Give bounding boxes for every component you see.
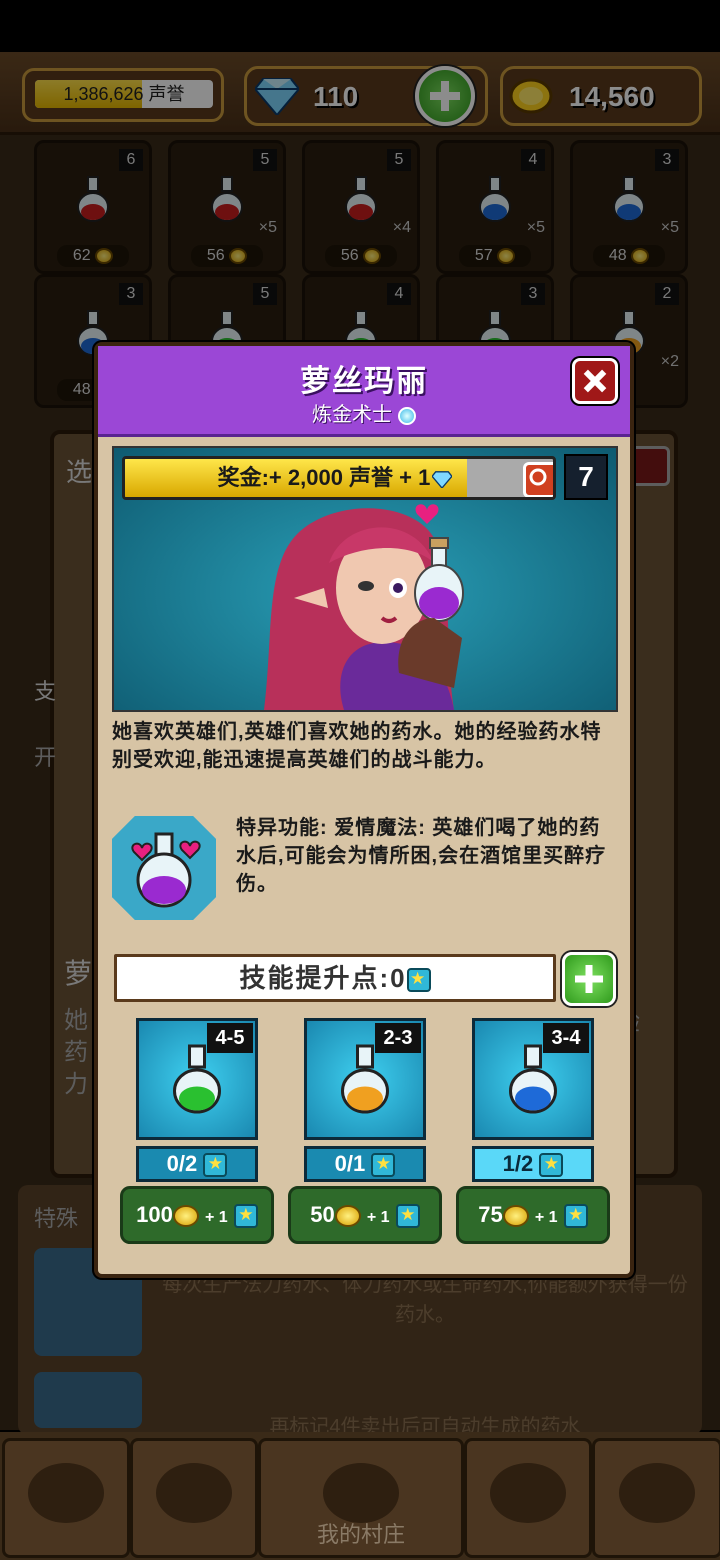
upgrade-range: 4-5 bbox=[207, 1023, 253, 1053]
coin-icon bbox=[334, 1205, 361, 1228]
upgrade-count: 0/1 bbox=[304, 1146, 426, 1182]
hero-description: 她喜欢英雄们,英雄们喜欢她的药水。她的经验药水特别受欢迎,能迅速提高英雄们的战斗… bbox=[112, 721, 602, 771]
upgrade-potion-icon[interactable]: 3-4 bbox=[472, 1018, 594, 1140]
special-ability-text: 特异功能: 爱情魔法: 英雄们喝了她的药水后,可能会为情所困,会在酒馆里买醉疗伤… bbox=[236, 817, 607, 895]
diamond-icon bbox=[431, 471, 454, 490]
hero-portrait: 奖金:+ 2,000 声誉 + 1 7 bbox=[112, 446, 618, 712]
add-skill-points-button[interactable] bbox=[562, 952, 616, 1006]
element-orb-icon bbox=[398, 406, 416, 425]
upgrade-potion-icon[interactable]: 2-3 bbox=[304, 1018, 426, 1140]
star-icon bbox=[395, 1203, 420, 1229]
reset-bonus-button[interactable] bbox=[523, 462, 553, 497]
upgrade-cost-button[interactable]: 100 + 1 bbox=[120, 1186, 274, 1244]
star-icon bbox=[233, 1203, 258, 1229]
upgrade-range: 2-3 bbox=[375, 1023, 421, 1053]
skill-points-bar: 技能提升点:0 bbox=[114, 954, 556, 1002]
star-icon bbox=[563, 1203, 588, 1229]
people-icon bbox=[156, 1463, 232, 1523]
upgrade-potion-icon[interactable]: 4-5 bbox=[136, 1018, 258, 1140]
nav-chest[interactable] bbox=[464, 1438, 592, 1558]
medal-icon bbox=[619, 1463, 695, 1523]
upgrade-count: 0/2 bbox=[136, 1146, 258, 1182]
nav-village-label: 我的村庄 bbox=[316, 1522, 405, 1547]
house-icon bbox=[323, 1463, 399, 1523]
star-icon bbox=[539, 1152, 564, 1178]
diamond-icon bbox=[28, 1463, 104, 1523]
cost-stars: + 1 bbox=[534, 1209, 558, 1226]
upgrade-cost-button[interactable]: 50 + 1 bbox=[288, 1186, 442, 1244]
cost-stars: + 1 bbox=[366, 1209, 390, 1226]
skill-points-label: 技能提升点:0 bbox=[239, 963, 407, 993]
nav-heroes[interactable] bbox=[130, 1438, 258, 1558]
bonus-label: 奖金:+ 2,000 声誉 + 1 bbox=[217, 465, 431, 490]
nav-achievements[interactable] bbox=[592, 1438, 720, 1558]
bonus-progress: 奖金:+ 2,000 声誉 + 1 bbox=[122, 456, 556, 500]
upgrade-cost-button[interactable]: 75 + 1 bbox=[456, 1186, 610, 1244]
potion-icon bbox=[167, 1043, 227, 1120]
hero-detail-modal: 萝丝玛丽 炼金术士 奖金:+ 2,000 声誉 + 1 7 她喜欢英雄们,英雄们… bbox=[94, 342, 634, 1278]
upgrade-count: 1/2 bbox=[472, 1146, 594, 1182]
nav-village[interactable]: 我的村庄 bbox=[258, 1438, 464, 1558]
coin-icon bbox=[172, 1205, 199, 1228]
potion-icon bbox=[503, 1043, 563, 1120]
hero-class-label: 炼金术士 bbox=[312, 404, 392, 426]
refresh-icon bbox=[529, 468, 547, 486]
skill-star-icon bbox=[406, 967, 431, 993]
coin-icon bbox=[502, 1205, 529, 1228]
hero-level: 7 bbox=[564, 454, 608, 500]
star-icon bbox=[371, 1152, 396, 1178]
star-icon bbox=[203, 1152, 228, 1178]
hero-name: 萝丝玛丽 bbox=[300, 365, 428, 398]
cost-stars: + 1 bbox=[205, 1209, 228, 1226]
modal-header: 萝丝玛丽 炼金术士 bbox=[98, 346, 630, 437]
bonus-text: 奖金:+ 2,000 声誉 + 1 bbox=[125, 459, 545, 497]
nav-gems[interactable] bbox=[2, 1438, 130, 1558]
potion-icon bbox=[335, 1043, 395, 1120]
hero-class: 炼金术士 bbox=[98, 398, 630, 427]
upgrade-range: 3-4 bbox=[543, 1023, 589, 1053]
close-button[interactable] bbox=[572, 358, 618, 404]
love-potion-icon bbox=[112, 816, 216, 920]
chest-icon bbox=[490, 1463, 566, 1523]
bottom-nav: 我的村庄 bbox=[0, 1432, 720, 1560]
